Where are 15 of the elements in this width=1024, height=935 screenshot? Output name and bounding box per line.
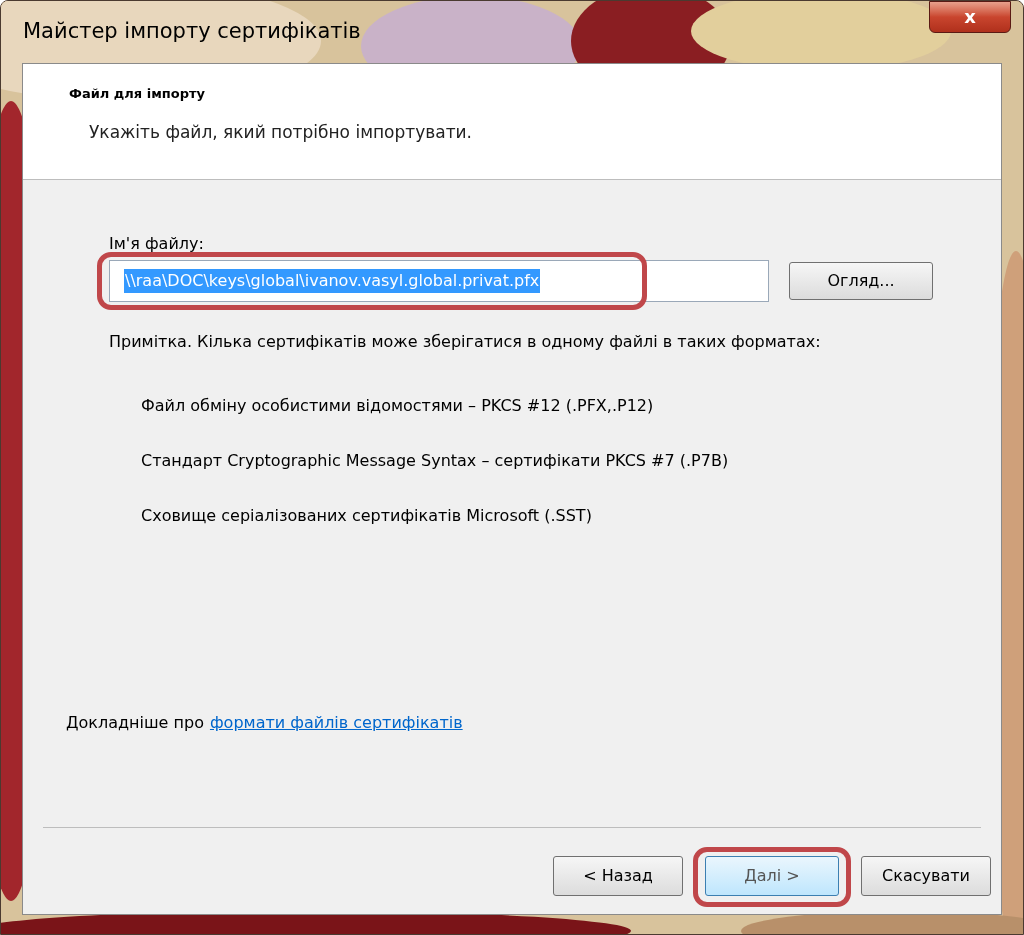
close-button[interactable]: x [929,1,1011,33]
page-subtitle: Укажіть файл, який потрібно імпортувати. [89,120,474,144]
window-title: Майстер імпорту сертифікатів [23,18,361,46]
wizard-button[interactable]: Далі > [705,856,839,896]
format-item: Файл обміну особистими відомостями – PKCS #12 (.PFX,.P12) [141,395,654,417]
field-label: Ім'я файлу: [109,233,204,255]
page-heading: Файл для імпорту [69,85,207,103]
browse-button[interactable]: Огляд... [789,262,933,300]
wizard-button[interactable]: < Назад [553,856,683,896]
format-item: Сховище серіалізованих сертифікатів Microsoft (.SST) [141,505,592,527]
formats-link[interactable]: формати файлів сертифікатів [209,711,463,735]
format-item: Стандарт Cryptographic Message Syntax – сертифікати PKCS #7 (.P7B) [141,450,729,472]
note-text: Примітка. Кілька сертифікатів може зберігатися в одному файлі в таких форматах: [109,331,821,353]
info-text: Докладніше про [66,712,204,734]
wizard-button[interactable]: Скасувати [861,856,991,896]
